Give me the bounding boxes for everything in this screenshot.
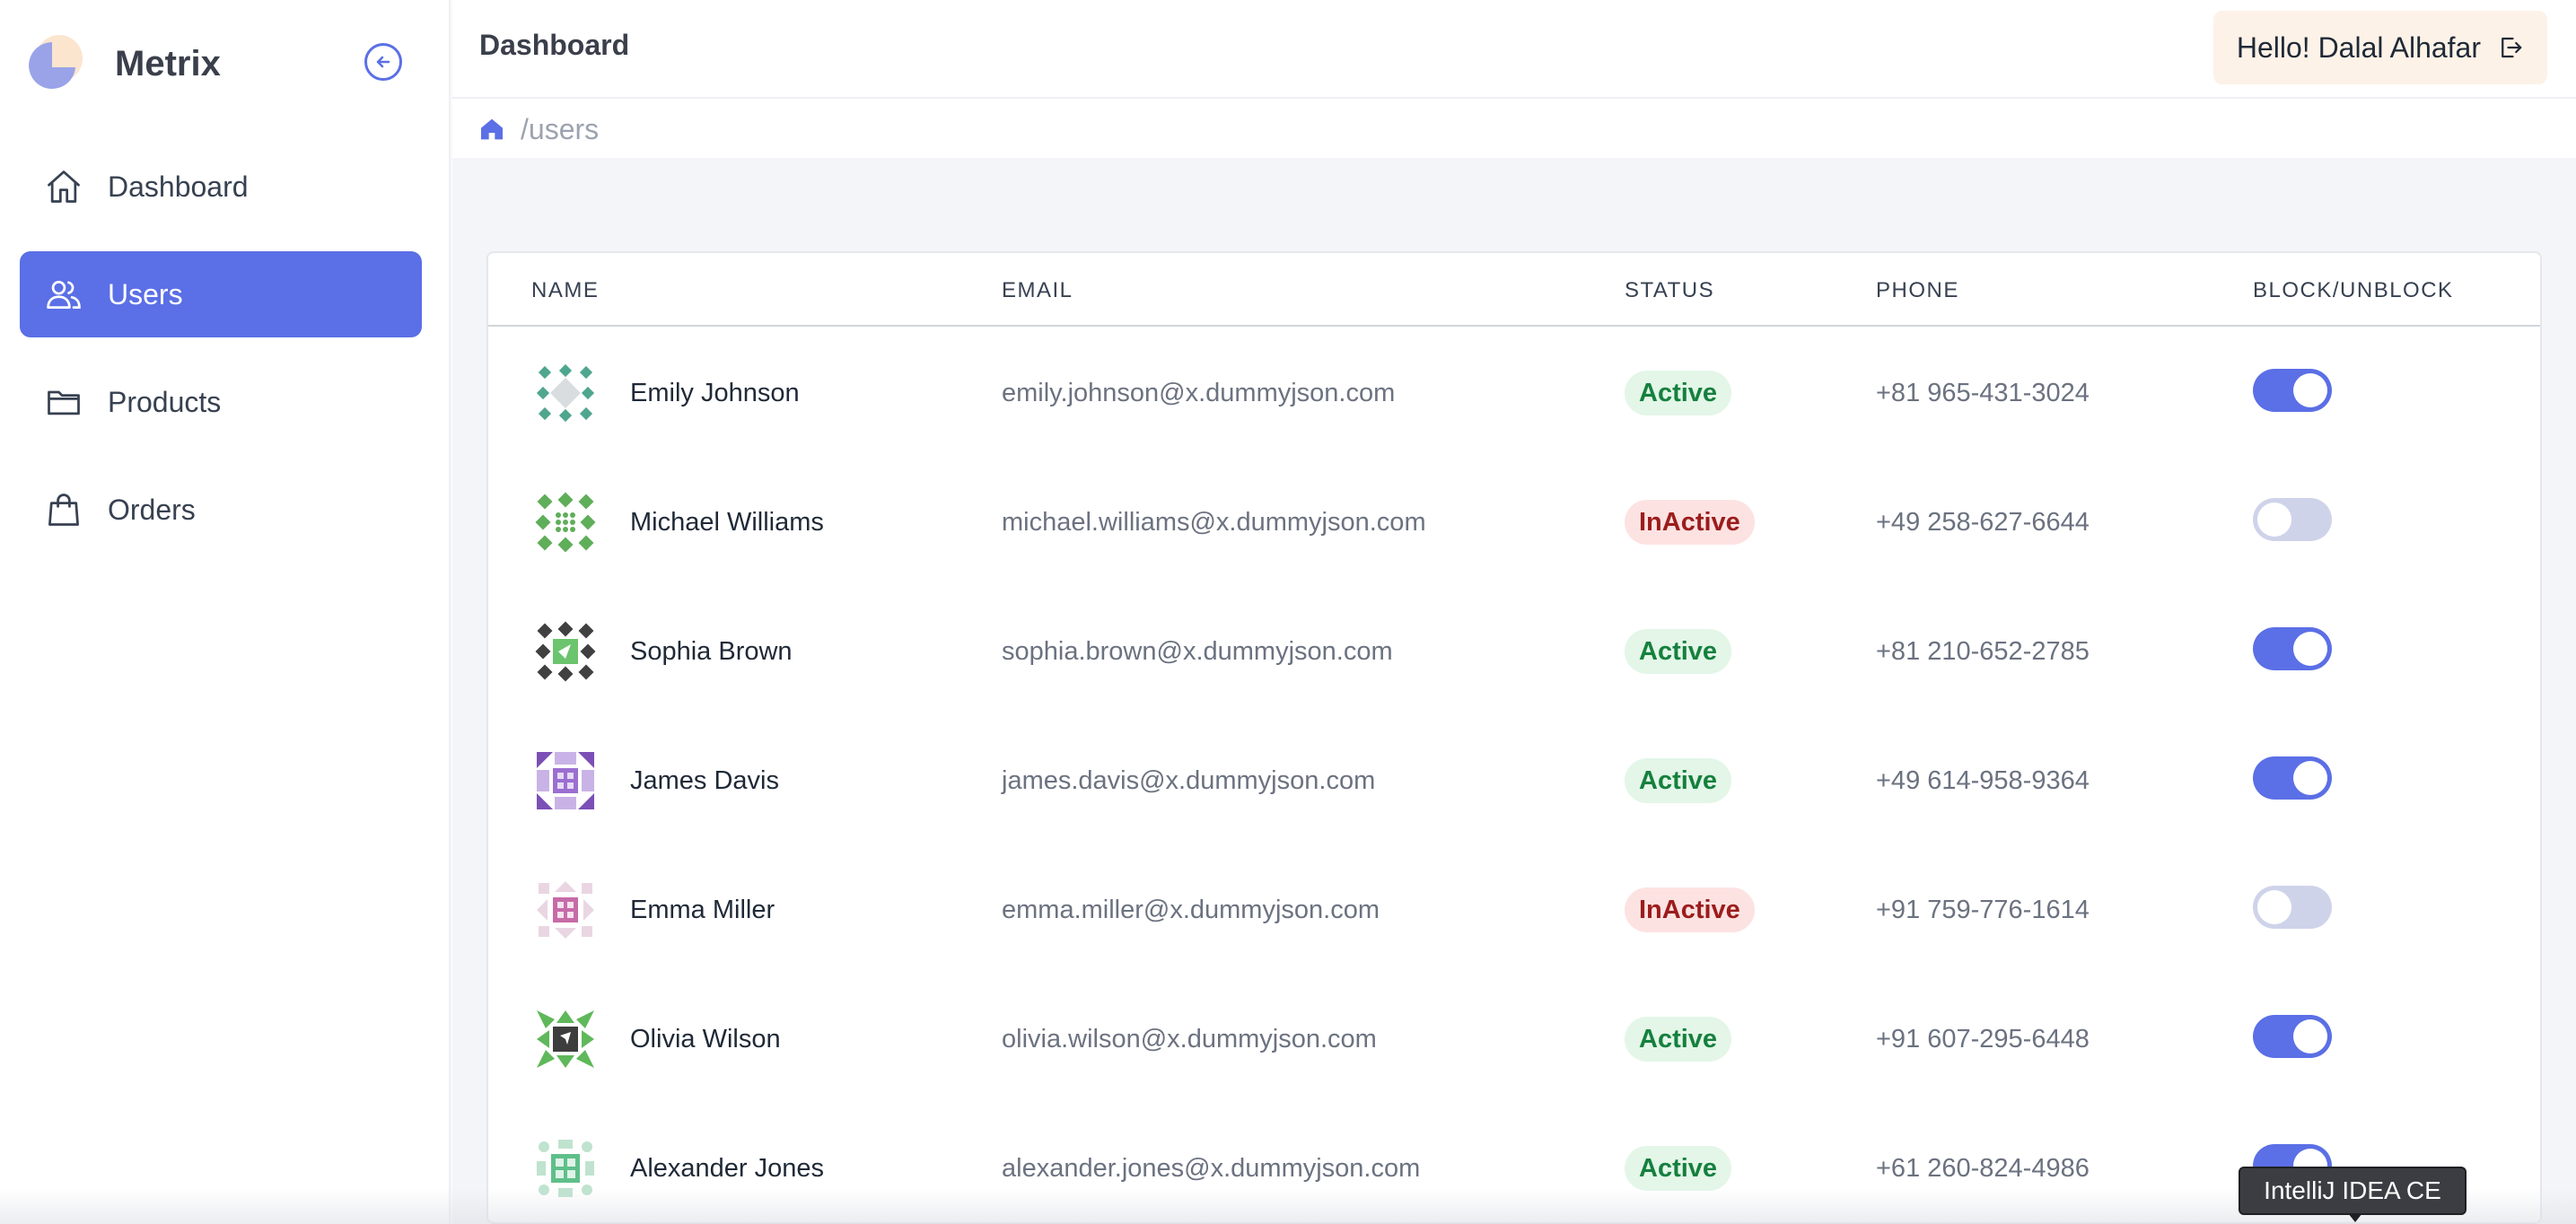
toggle-knob [2257, 503, 2291, 537]
status-badge: InActive [1625, 887, 1755, 932]
user-email: alexander.jones@x.dummyjson.com [1002, 1154, 1421, 1183]
avatar [537, 752, 594, 809]
metrix-logo-icon [25, 33, 86, 94]
user-email: emma.miller@x.dummyjson.com [1002, 896, 1380, 924]
user-greeting: Hello! Dalal Alhafar [2236, 31, 2481, 64]
sidebar-item-label: Orders [108, 493, 196, 526]
toggle-knob [2293, 1019, 2327, 1054]
sidebar-nav: Dashboard Users Products Orders [20, 144, 422, 574]
logout-icon[interactable] [2497, 34, 2524, 61]
app-tooltip: IntelliJ IDEA CE [2239, 1167, 2466, 1222]
avatar [535, 621, 596, 682]
user-email: james.davis@x.dummyjson.com [1002, 766, 1376, 795]
sidebar: Metrix Dashboard Users Products Orders [0, 0, 451, 1224]
table-row: Sophia Brown sophia.brown@x.dummyjson.co… [488, 587, 2540, 716]
block-toggle[interactable] [2253, 627, 2332, 670]
user-name[interactable]: James Davis [630, 766, 779, 796]
sidebar-item-label: Products [108, 385, 222, 418]
user-email: michael.williams@x.dummyjson.com [1002, 508, 1426, 537]
block-toggle[interactable] [2253, 886, 2332, 929]
toggle-knob [2293, 632, 2327, 666]
column-header-block-unblock: BLOCK/UNBLOCK [2253, 278, 2454, 302]
user-name[interactable]: Emma Miller [630, 896, 775, 925]
table-row: Alexander Jones alexander.jones@x.dummyj… [488, 1104, 2540, 1222]
table-header: NAME EMAIL STATUS PHONE BLOCK/UNBLOCK [488, 253, 2540, 327]
top-header: Dashboard Hello! Dalal Alhafar [452, 0, 2576, 99]
block-toggle[interactable] [2253, 498, 2332, 541]
toggle-knob [2257, 890, 2291, 924]
column-header-email: EMAIL [1002, 278, 1073, 302]
home-icon [43, 166, 84, 207]
user-phone: +91 607-295-6448 [1876, 1025, 2090, 1054]
user-phone: +49 614-958-9364 [1876, 766, 2090, 795]
user-email: olivia.wilson@x.dummyjson.com [1002, 1025, 1377, 1054]
table-row: Michael Williams michael.williams@x.dumm… [488, 458, 2540, 587]
user-name[interactable]: Michael Williams [630, 508, 824, 538]
sidebar-item-dashboard[interactable]: Dashboard [20, 144, 422, 230]
home-icon[interactable] [478, 115, 506, 144]
status-badge: Active [1625, 629, 1732, 674]
sidebar-item-products[interactable]: Products [20, 359, 422, 445]
brand-name: Metrix [115, 43, 221, 83]
user-phone: +91 759-776-1614 [1876, 896, 2090, 924]
block-toggle[interactable] [2253, 1015, 2332, 1058]
sidebar-item-users[interactable]: Users [20, 251, 422, 337]
avatar [537, 881, 594, 939]
avatar [537, 1140, 594, 1197]
user-name[interactable]: Alexander Jones [630, 1154, 824, 1184]
column-header-name: NAME [531, 278, 600, 302]
folder-icon [43, 381, 84, 423]
block-toggle[interactable] [2253, 756, 2332, 800]
users-table: NAME EMAIL STATUS PHONE BLOCK/UNBLOCK Em… [486, 251, 2542, 1224]
status-badge: Active [1625, 371, 1732, 415]
avatar [535, 363, 596, 424]
sidebar-item-orders[interactable]: Orders [20, 467, 422, 553]
collapse-sidebar-button[interactable] [364, 43, 402, 81]
column-header-phone: PHONE [1876, 278, 1959, 302]
user-name[interactable]: Olivia Wilson [630, 1025, 781, 1054]
status-badge: Active [1625, 1146, 1732, 1191]
status-badge: Active [1625, 1017, 1732, 1062]
status-badge: InActive [1625, 500, 1755, 545]
shopping-bag-icon [43, 489, 84, 530]
toggle-knob [2293, 761, 2327, 795]
block-toggle[interactable] [2253, 369, 2332, 412]
users-icon [43, 274, 84, 315]
breadcrumb: /users [452, 101, 2576, 158]
user-menu-button[interactable]: Hello! Dalal Alhafar [2212, 11, 2547, 84]
column-header-status: STATUS [1625, 278, 1715, 302]
brand[interactable]: Metrix [25, 32, 221, 95]
table-row: Emily Johnson emily.johnson@x.dummyjson.… [488, 328, 2540, 458]
user-email: sophia.brown@x.dummyjson.com [1002, 637, 1393, 666]
toggle-knob [2293, 373, 2327, 407]
sidebar-item-label: Users [108, 277, 183, 310]
table-row: James Davis james.davis@x.dummyjson.com … [488, 716, 2540, 845]
avatar [535, 492, 596, 553]
user-phone: +81 210-652-2785 [1876, 637, 2090, 666]
user-phone: +49 258-627-6644 [1876, 508, 2090, 537]
breadcrumb-path: /users [521, 112, 600, 145]
page-title: Dashboard [479, 29, 630, 61]
user-name[interactable]: Emily Johnson [630, 379, 800, 408]
table-row: Emma Miller emma.miller@x.dummyjson.com … [488, 845, 2540, 975]
table-row: Olivia Wilson olivia.wilson@x.dummyjson.… [488, 975, 2540, 1104]
status-badge: Active [1625, 758, 1732, 803]
avatar [537, 1010, 594, 1068]
user-name[interactable]: Sophia Brown [630, 637, 793, 667]
user-email: emily.johnson@x.dummyjson.com [1002, 379, 1396, 407]
sidebar-item-label: Dashboard [108, 170, 249, 203]
user-phone: +61 260-824-4986 [1876, 1154, 2090, 1183]
user-phone: +81 965-431-3024 [1876, 379, 2090, 407]
arrow-left-icon [376, 56, 390, 68]
